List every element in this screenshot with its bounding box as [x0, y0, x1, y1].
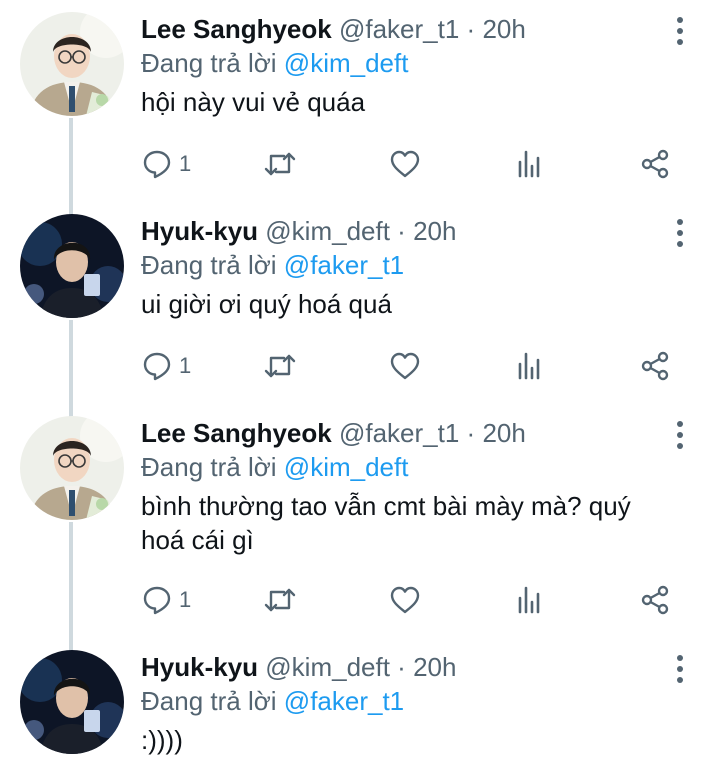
- tweet-text: :)))): [141, 725, 183, 755]
- reply-icon: [143, 352, 171, 381]
- separator-dot: ·: [466, 14, 476, 44]
- mention-link[interactable]: @kim_deft: [284, 48, 409, 78]
- like-button[interactable]: [389, 346, 421, 386]
- avatar[interactable]: [20, 214, 124, 318]
- reply-button[interactable]: 1: [141, 580, 191, 620]
- analytics-button[interactable]: [514, 346, 546, 386]
- author-handle[interactable]: @faker_t1: [339, 418, 459, 448]
- like-icon: [390, 586, 420, 614]
- analytics-icon: [518, 150, 540, 178]
- tweet[interactable]: Lee Sanghyeok @faker_t1 · 20h Đang trả l…: [0, 404, 720, 638]
- timestamp[interactable]: 20h: [413, 216, 456, 246]
- more-button[interactable]: [670, 418, 690, 452]
- tweet-header: Lee Sanghyeok @faker_t1 · 20h: [141, 13, 660, 45]
- share-icon: [641, 351, 669, 381]
- author-handle[interactable]: @kim_deft: [265, 216, 390, 246]
- share-button[interactable]: [639, 144, 671, 184]
- retweet-button[interactable]: [264, 580, 296, 620]
- replying-to: Đang trả lời @faker_t1: [141, 685, 660, 717]
- tweet-header: Hyuk-kyu @kim_deft · 20h: [141, 215, 660, 247]
- author-name[interactable]: Hyuk-kyu: [141, 652, 258, 682]
- avatar[interactable]: [20, 650, 124, 754]
- more-icon: [677, 219, 683, 247]
- share-icon: [641, 585, 669, 615]
- mention-link[interactable]: @faker_t1: [284, 686, 404, 716]
- reply-count: 1: [179, 587, 192, 612]
- mention-link[interactable]: @kim_deft: [284, 452, 409, 482]
- avatar[interactable]: [20, 416, 124, 520]
- tweet-actions: 1: [141, 580, 681, 620]
- tweet[interactable]: Lee Sanghyeok @faker_t1 · 20h Đang trả l…: [0, 0, 720, 202]
- replying-to: Đang trả lời @kim_deft: [141, 47, 660, 79]
- tweet-text: hội này vui vẻ quáa: [141, 87, 366, 117]
- more-icon: [677, 421, 683, 449]
- retweet-button[interactable]: [264, 346, 296, 386]
- like-icon: [390, 150, 420, 178]
- separator-dot: ·: [466, 418, 476, 448]
- share-icon: [641, 149, 669, 179]
- tweet-text: ui giời ơi quý hoá quá: [141, 289, 392, 319]
- replying-to-label: Đang trả lời: [141, 250, 277, 280]
- avatar-image: [20, 214, 124, 318]
- tweet-actions: 1: [141, 144, 681, 184]
- like-button[interactable]: [389, 144, 421, 184]
- replying-to: Đang trả lời @kim_deft: [141, 451, 660, 483]
- timestamp[interactable]: 20h: [413, 652, 456, 682]
- reply-count: 1: [179, 151, 192, 176]
- tweet-actions: 1: [141, 346, 681, 386]
- reply-button[interactable]: 1: [141, 346, 191, 386]
- tweet[interactable]: Hyuk-kyu @kim_deft · 20h Đang trả lời @f…: [0, 638, 720, 775]
- replying-to: Đang trả lời @faker_t1: [141, 249, 660, 281]
- author-name[interactable]: Lee Sanghyeok: [141, 418, 332, 448]
- retweet-button[interactable]: [264, 144, 296, 184]
- timestamp[interactable]: 20h: [482, 418, 525, 448]
- share-button[interactable]: [639, 580, 671, 620]
- analytics-button[interactable]: [514, 580, 546, 620]
- separator-dot: ·: [397, 652, 406, 682]
- reply-button[interactable]: 1: [141, 144, 191, 184]
- tweet-header: Lee Sanghyeok @faker_t1 · 20h: [141, 417, 660, 449]
- avatar-image: [20, 12, 124, 116]
- more-button[interactable]: [670, 216, 690, 250]
- more-icon: [677, 17, 683, 45]
- analytics-icon: [518, 586, 540, 614]
- reply-count: 1: [179, 353, 192, 378]
- analytics-button[interactable]: [514, 144, 546, 184]
- author-name[interactable]: Hyuk-kyu: [141, 216, 258, 246]
- reply-icon: [143, 586, 171, 615]
- author-handle[interactable]: @kim_deft: [265, 652, 390, 682]
- timestamp[interactable]: 20h: [482, 14, 525, 44]
- like-button[interactable]: [389, 580, 421, 620]
- avatar-image: [20, 416, 124, 520]
- tweet-text: bình thường tao vẫn cmt bài mày mà? quý …: [141, 491, 631, 555]
- avatar-image: [20, 650, 124, 754]
- mention-link[interactable]: @faker_t1: [284, 250, 404, 280]
- retweet-icon: [264, 588, 296, 612]
- retweet-icon: [264, 152, 296, 176]
- like-icon: [390, 352, 420, 380]
- replying-to-label: Đang trả lời: [141, 452, 277, 482]
- more-button[interactable]: [670, 652, 690, 686]
- replying-to-label: Đang trả lời: [141, 48, 277, 78]
- avatar[interactable]: [20, 12, 124, 116]
- replying-to-label: Đang trả lời: [141, 686, 277, 716]
- separator-dot: ·: [397, 216, 406, 246]
- analytics-icon: [518, 352, 540, 380]
- author-handle[interactable]: @faker_t1: [339, 14, 459, 44]
- tweet-header: Hyuk-kyu @kim_deft · 20h: [141, 651, 660, 683]
- reply-icon: [143, 150, 171, 179]
- more-icon: [677, 655, 683, 683]
- tweet[interactable]: Hyuk-kyu @kim_deft · 20h Đang trả lời @f…: [0, 202, 720, 404]
- retweet-icon: [264, 354, 296, 378]
- more-button[interactable]: [670, 14, 690, 48]
- share-button[interactable]: [639, 346, 671, 386]
- author-name[interactable]: Lee Sanghyeok: [141, 14, 332, 44]
